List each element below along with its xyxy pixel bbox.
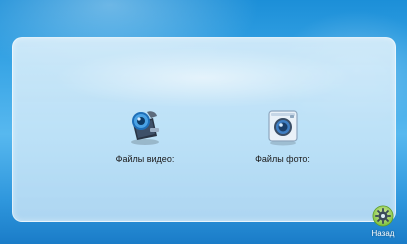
panel-shine [53, 48, 353, 108]
photo-files-label: Файлы фото: [255, 154, 310, 164]
video-camera-icon [131, 111, 159, 145]
photo-camera-icon [267, 110, 298, 146]
video-files-label: Файлы видео: [115, 154, 175, 164]
screen-background: Файлы видео: Файлы фото: Назад [0, 0, 407, 244]
back-button[interactable]: Назад [361, 205, 405, 244]
video-files-button[interactable]: Файлы видео: [100, 104, 190, 164]
back-label: Назад [371, 229, 395, 238]
menu-panel [12, 37, 396, 222]
gear-back-icon [372, 205, 394, 227]
photo-files-button[interactable]: Файлы фото: [235, 104, 330, 164]
